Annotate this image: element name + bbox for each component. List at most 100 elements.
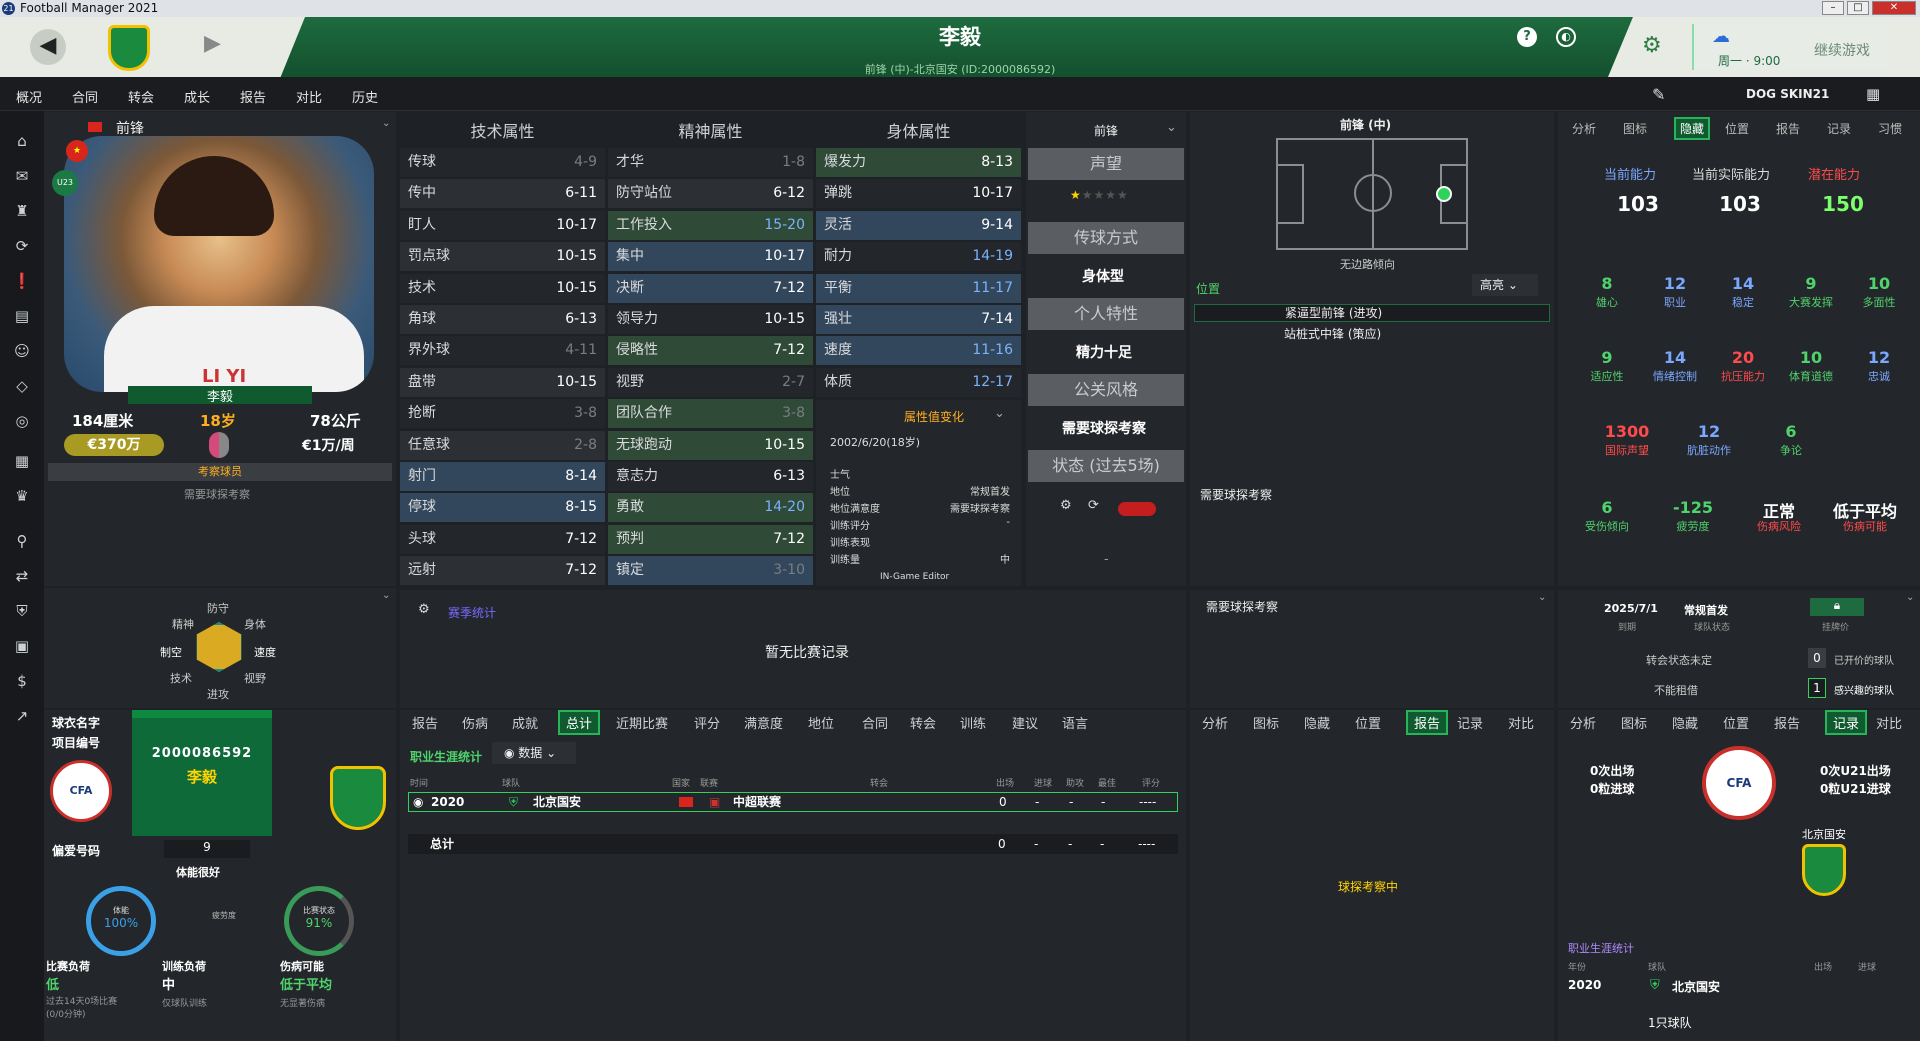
panel-tab[interactable]: 报告: [1774, 713, 1800, 732]
menu-transfer[interactable]: 转会: [128, 87, 154, 106]
collapse-icon[interactable]: ⌄: [382, 118, 390, 129]
menu-reports[interactable]: 报告: [240, 87, 266, 106]
attr-row[interactable]: 强壮 7-14: [816, 305, 1021, 334]
bottom-tab[interactable]: 地位: [808, 713, 834, 732]
attr-row[interactable]: 勇敢 14-20: [608, 493, 813, 523]
calendar-icon[interactable]: ▦: [12, 451, 32, 471]
reputation-button[interactable]: 声望: [1028, 148, 1184, 180]
panel-tab[interactable]: 位置: [1355, 713, 1381, 732]
panel-tab[interactable]: 分析: [1570, 713, 1596, 732]
attr-row[interactable]: 远射 7-12: [400, 556, 605, 586]
attr-row[interactable]: 射门 8-14: [400, 462, 605, 491]
attr-row[interactable]: 爆发力 8-13: [816, 148, 1021, 177]
settings-icon[interactable]: ⚙: [1642, 33, 1662, 58]
people-icon[interactable]: ☺: [12, 341, 32, 361]
trend-icon[interactable]: ↗: [12, 706, 32, 726]
attr-row[interactable]: 盯人 10-17: [400, 210, 605, 240]
attr-row[interactable]: 防守站位 6-12: [608, 179, 813, 209]
right-tab[interactable]: 报告: [1776, 120, 1800, 137]
bottom-tab[interactable]: 近期比赛: [616, 713, 668, 732]
minimize-button[interactable]: –: [1822, 1, 1844, 15]
attr-row[interactable]: 灵活 9-14: [816, 210, 1021, 240]
attr-row[interactable]: 传球 4-9: [400, 148, 605, 177]
attr-row[interactable]: 传中 6-11: [400, 179, 605, 209]
attr-row[interactable]: 弹跳 10-17: [816, 179, 1021, 209]
staff-icon[interactable]: ❗: [12, 271, 32, 291]
transfers-icon[interactable]: ⇄: [12, 566, 32, 586]
attr-row[interactable]: 工作投入 15-20: [608, 210, 813, 240]
attr-row[interactable]: 意志力 6-13: [608, 462, 813, 491]
right-tab[interactable]: 分析: [1572, 120, 1596, 137]
career-row[interactable]: ◉ 2020 ⛨ 北京国安 ▣ 中超联赛 0 - - - ----: [408, 792, 1178, 812]
attr-row[interactable]: 无球跑动 10-15: [608, 430, 813, 460]
right-tab[interactable]: 记录: [1827, 120, 1851, 137]
training-icon[interactable]: ◎: [12, 411, 32, 431]
attr-row[interactable]: 耐力 14-19: [816, 242, 1021, 272]
season-stats-link[interactable]: 赛季统计: [448, 604, 496, 621]
attr-row[interactable]: 角球 6-13: [400, 305, 605, 334]
layout-icon[interactable]: ▦: [1866, 85, 1880, 103]
gear-icon[interactable]: ⚙: [1060, 498, 1072, 513]
lock-icon[interactable]: 🔒︎: [1810, 598, 1864, 616]
attr-row[interactable]: 速度 11-16: [816, 336, 1021, 366]
collapse-icon[interactable]: ⌄: [1538, 592, 1546, 603]
position-link[interactable]: 位置: [1196, 280, 1220, 297]
attr-row[interactable]: 头球 7-12: [400, 524, 605, 554]
attr-row[interactable]: 体质 12-17: [816, 367, 1021, 397]
right-tab[interactable]: 位置: [1725, 120, 1749, 137]
attr-row[interactable]: 才华 1-8: [608, 148, 813, 177]
right-tab[interactable]: 隐藏: [1674, 117, 1711, 140]
right-tab[interactable]: 习惯: [1878, 120, 1902, 137]
chevron-down-icon[interactable]: ⌄: [994, 406, 1005, 421]
bottom-tab[interactable]: 语言: [1062, 713, 1088, 732]
panel-tab[interactable]: 位置: [1723, 713, 1749, 732]
dynamics-icon[interactable]: ⟳: [12, 236, 32, 256]
continue-button[interactable]: ☁ 继续游戏 周一 · 9:00: [1692, 24, 1888, 70]
role-row-1[interactable]: 紧逼型前锋 (进攻): [1194, 304, 1550, 322]
panel-tab[interactable]: 对比: [1876, 713, 1902, 732]
help-icon[interactable]: ?: [1517, 27, 1537, 47]
bottom-tab[interactable]: 训练: [960, 713, 986, 732]
attr-row[interactable]: 视野 2-7: [608, 367, 813, 397]
attr-row[interactable]: 界外球 4-11: [400, 336, 605, 366]
attr-row[interactable]: 侵略性 7-12: [608, 336, 813, 366]
attr-row[interactable]: 停球 8-15: [400, 493, 605, 523]
attr-row[interactable]: 决断 7-12: [608, 273, 813, 303]
attr-row[interactable]: 技术 10-15: [400, 273, 605, 303]
panel-tab[interactable]: 图标: [1253, 713, 1279, 732]
menu-contract[interactable]: 合同: [72, 87, 98, 106]
bottom-tab[interactable]: 建议: [1012, 713, 1038, 732]
attr-change-label[interactable]: 属性值变化: [904, 408, 964, 425]
menu-history[interactable]: 历史: [352, 87, 378, 106]
menu-overview[interactable]: 概况: [16, 87, 42, 106]
personal-traits-button[interactable]: 个人特性: [1028, 298, 1184, 330]
clipboard-icon[interactable]: ▤: [12, 306, 32, 326]
menu-compare[interactable]: 对比: [296, 87, 322, 106]
briefcase-icon[interactable]: ▣: [12, 636, 32, 656]
attr-row[interactable]: 镇定 3-10: [608, 556, 813, 586]
panel-tab[interactable]: 分析: [1202, 713, 1228, 732]
panel-tab[interactable]: 记录: [1825, 710, 1868, 735]
gear-icon[interactable]: ⚙: [418, 602, 430, 617]
role-row-2[interactable]: 站桩式中锋 (策应): [1194, 326, 1550, 344]
globe-icon[interactable]: ◐: [1556, 27, 1576, 47]
close-button[interactable]: ✕: [1872, 1, 1916, 15]
bottom-tab[interactable]: 伤病: [462, 713, 488, 732]
search-icon[interactable]: ⚲: [12, 531, 32, 551]
bottom-tab[interactable]: 满意度: [744, 713, 783, 732]
home-icon[interactable]: ⌂: [12, 131, 32, 151]
bottom-tab[interactable]: 报告: [412, 713, 438, 732]
shield-icon[interactable]: ⛨: [12, 601, 32, 621]
collapse-icon[interactable]: ⌄: [1906, 592, 1914, 603]
chevron-down-icon[interactable]: ⌄: [1166, 120, 1177, 135]
attr-row[interactable]: 罚点球 10-15: [400, 242, 605, 272]
media-style-button[interactable]: 公关风格: [1028, 374, 1184, 406]
attr-row[interactable]: 集中 10-17: [608, 242, 813, 272]
menu-development[interactable]: 成长: [184, 87, 210, 106]
panel-tab[interactable]: 隐藏: [1672, 713, 1698, 732]
collapse-icon[interactable]: ⌄: [382, 590, 390, 601]
tactics-icon[interactable]: ◇: [12, 376, 32, 396]
panel-tab[interactable]: 报告: [1406, 710, 1449, 735]
pass-style-button[interactable]: 传球方式: [1028, 222, 1184, 254]
edit-icon[interactable]: ✎: [1652, 85, 1665, 104]
